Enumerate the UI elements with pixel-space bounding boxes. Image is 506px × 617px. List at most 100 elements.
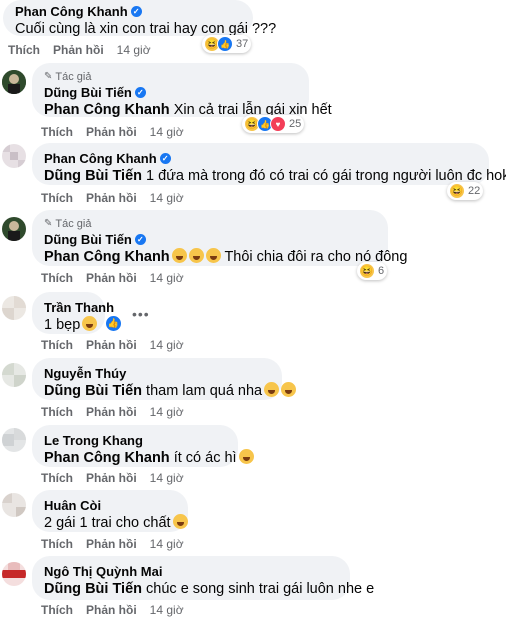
comment-author[interactable]: Dũng Bùi Tiến ✓ — [44, 84, 297, 101]
comment-bubble: Trần Thanh 1 bẹp — [32, 292, 114, 335]
comment-author[interactable]: Trần Thanh — [44, 299, 114, 316]
timestamp[interactable]: 14 giờ — [150, 338, 184, 352]
reaction-summary[interactable]: 😆 👍 ♥ 25 — [242, 115, 305, 133]
like-reaction-icon[interactable]: 👍 — [106, 316, 121, 331]
reply-link[interactable]: Phản hồi — [86, 271, 137, 285]
comment-bubble: ✎ Tác giả Dũng Bùi Tiến ✓ Phan Công Khanh … — [32, 63, 332, 118]
timestamp[interactable]: 14 giờ — [150, 603, 184, 617]
comment-bubble: Phan Công Khanh ✓ Cuối cùng là xin con tr… — [3, 0, 276, 37]
verified-icon: ✓ — [159, 153, 171, 164]
avatar[interactable] — [2, 493, 26, 517]
reply-link[interactable]: Phản hồi — [86, 471, 137, 485]
comment-text: 1 bẹp — [44, 316, 98, 335]
comment-actions: Thích Phản hồi 14 giờ — [41, 603, 197, 617]
avatar-image — [2, 562, 26, 586]
reply-link[interactable]: Phản hồi — [86, 338, 137, 352]
comment-actions: Thích Phản hồi 14 giờ — [8, 43, 164, 57]
comment-author[interactable]: Phan Công Khanh ✓ — [44, 150, 477, 167]
timestamp[interactable]: 14 giờ — [150, 405, 184, 419]
mention[interactable]: Phan Công Khanh — [44, 450, 170, 466]
haha-icon: 😆 — [449, 183, 465, 199]
avatar[interactable] — [2, 428, 26, 452]
smile-emoji — [264, 382, 280, 397]
like-link[interactable]: Thích — [8, 43, 40, 57]
avatar[interactable] — [2, 144, 26, 168]
like-link[interactable]: Thích — [41, 271, 73, 285]
comment-actions: Thích Phản hồi 14 giờ — [41, 191, 197, 205]
comment-actions: Thích Phản hồi 14 giờ — [41, 537, 197, 551]
comment-author[interactable]: Le Trong Khang — [44, 432, 226, 449]
comment-actions: Thích Phản hồi 14 giờ — [41, 125, 197, 139]
reaction-summary[interactable]: 😆 6 — [357, 262, 388, 280]
like-link[interactable]: Thích — [41, 191, 73, 205]
avatar-image — [2, 70, 26, 94]
comment-actions: Thích Phản hồi 14 giờ — [41, 405, 197, 419]
comment-text: Phan Công Khanh Thôi chia đôi ra cho nó … — [44, 248, 408, 265]
timestamp[interactable]: 14 giờ — [150, 271, 184, 285]
reply-link[interactable]: Phản hồi — [86, 125, 137, 139]
comment-bubble: Huân Còi 2 gái 1 trai cho chất — [32, 490, 188, 532]
pencil-icon: ✎ — [44, 218, 53, 229]
mention[interactable]: Phan Công Khanh — [44, 249, 170, 265]
comment-actions: Thích Phản hồi 14 giờ — [41, 271, 197, 285]
comment-text: Dũng Bùi Tiến tham lam quá nha — [44, 382, 297, 401]
like-link[interactable]: Thích — [41, 405, 73, 419]
mention[interactable]: Dũng Bùi Tiến — [44, 581, 142, 597]
smile-emoji — [172, 514, 188, 529]
rofl-emoji — [238, 449, 254, 464]
timestamp[interactable]: 14 giờ — [150, 471, 184, 485]
rofl-emoji — [171, 248, 187, 263]
like-link[interactable]: Thích — [41, 125, 73, 139]
timestamp[interactable]: 14 giờ — [150, 191, 184, 205]
mention[interactable]: Phan Công Khanh — [44, 102, 170, 118]
comment-text: Dũng Bùi Tiến 1 đứa mà trong đó có trai … — [44, 168, 506, 184]
reply-link[interactable]: Phản hồi — [86, 191, 137, 205]
comment-bubble: Le Trong Khang Phan Công Khanh ít có ác … — [32, 425, 254, 467]
pencil-icon: ✎ — [44, 71, 53, 82]
like-link[interactable]: Thích — [41, 603, 73, 617]
avatar-image — [2, 493, 26, 517]
author-tag: ✎ Tác giả — [44, 71, 92, 83]
avatar-image — [2, 296, 26, 320]
mention[interactable]: Dũng Bùi Tiến — [44, 383, 142, 399]
comment-author[interactable]: Ngô Thị Quỳnh Mai — [44, 563, 338, 580]
mention[interactable]: Dũng Bùi Tiến — [44, 168, 142, 184]
avatar[interactable] — [2, 562, 26, 586]
like-link[interactable]: Thích — [41, 537, 73, 551]
reply-link[interactable]: Phản hồi — [86, 603, 137, 617]
comment-bubble: Ngô Thị Quỳnh Mai Dũng Bùi Tiến chúc e s… — [32, 556, 374, 600]
more-options-icon[interactable]: ••• — [132, 306, 150, 322]
verified-icon: ✓ — [134, 234, 146, 245]
verified-icon: ✓ — [134, 87, 146, 98]
comment-author[interactable]: Huân Còi — [44, 497, 176, 514]
comment-actions: Thích Phản hồi 14 giờ — [41, 471, 197, 485]
comment-bubble: Phan Công Khanh ✓ Dũng Bùi Tiến 1 đứa mà … — [32, 143, 506, 185]
like-icon: 👍 — [217, 36, 233, 52]
avatar-image — [2, 217, 26, 241]
comment-bubble: ✎ Tác giả Dũng Bùi Tiến ✓ Phan Công Khanh … — [32, 210, 408, 266]
comment-text: 2 gái 1 trai cho chất — [44, 514, 188, 533]
reply-link[interactable]: Phản hồi — [86, 405, 137, 419]
avatar[interactable] — [2, 70, 26, 94]
reply-link[interactable]: Phản hồi — [86, 537, 137, 551]
timestamp[interactable]: 14 giờ — [117, 43, 151, 57]
timestamp[interactable]: 14 giờ — [150, 125, 184, 139]
like-link[interactable]: Thích — [41, 471, 73, 485]
like-link[interactable]: Thích — [41, 338, 73, 352]
comment-author[interactable]: Nguyễn Thúy — [44, 365, 270, 382]
avatar[interactable] — [2, 217, 26, 241]
avatar-image — [2, 144, 26, 168]
comment-author[interactable]: Phan Công Khanh ✓ — [15, 3, 241, 20]
reply-link[interactable]: Phản hồi — [53, 43, 104, 57]
avatar[interactable] — [2, 296, 26, 320]
rofl-emoji — [205, 248, 221, 263]
avatar[interactable] — [2, 363, 26, 387]
reaction-summary[interactable]: 😆 22 — [447, 182, 484, 200]
timestamp[interactable]: 14 giờ — [150, 537, 184, 551]
avatar-image — [2, 428, 26, 452]
comment-author[interactable]: Dũng Bùi Tiến ✓ — [44, 231, 376, 248]
comment-actions: Thích Phản hồi 14 giờ — [41, 338, 197, 352]
comment-bubble: Nguyễn Thúy Dũng Bùi Tiến tham lam quá n… — [32, 358, 297, 401]
reaction-summary[interactable]: 😆 👍 37 — [202, 35, 252, 53]
avatar-image — [2, 363, 26, 387]
